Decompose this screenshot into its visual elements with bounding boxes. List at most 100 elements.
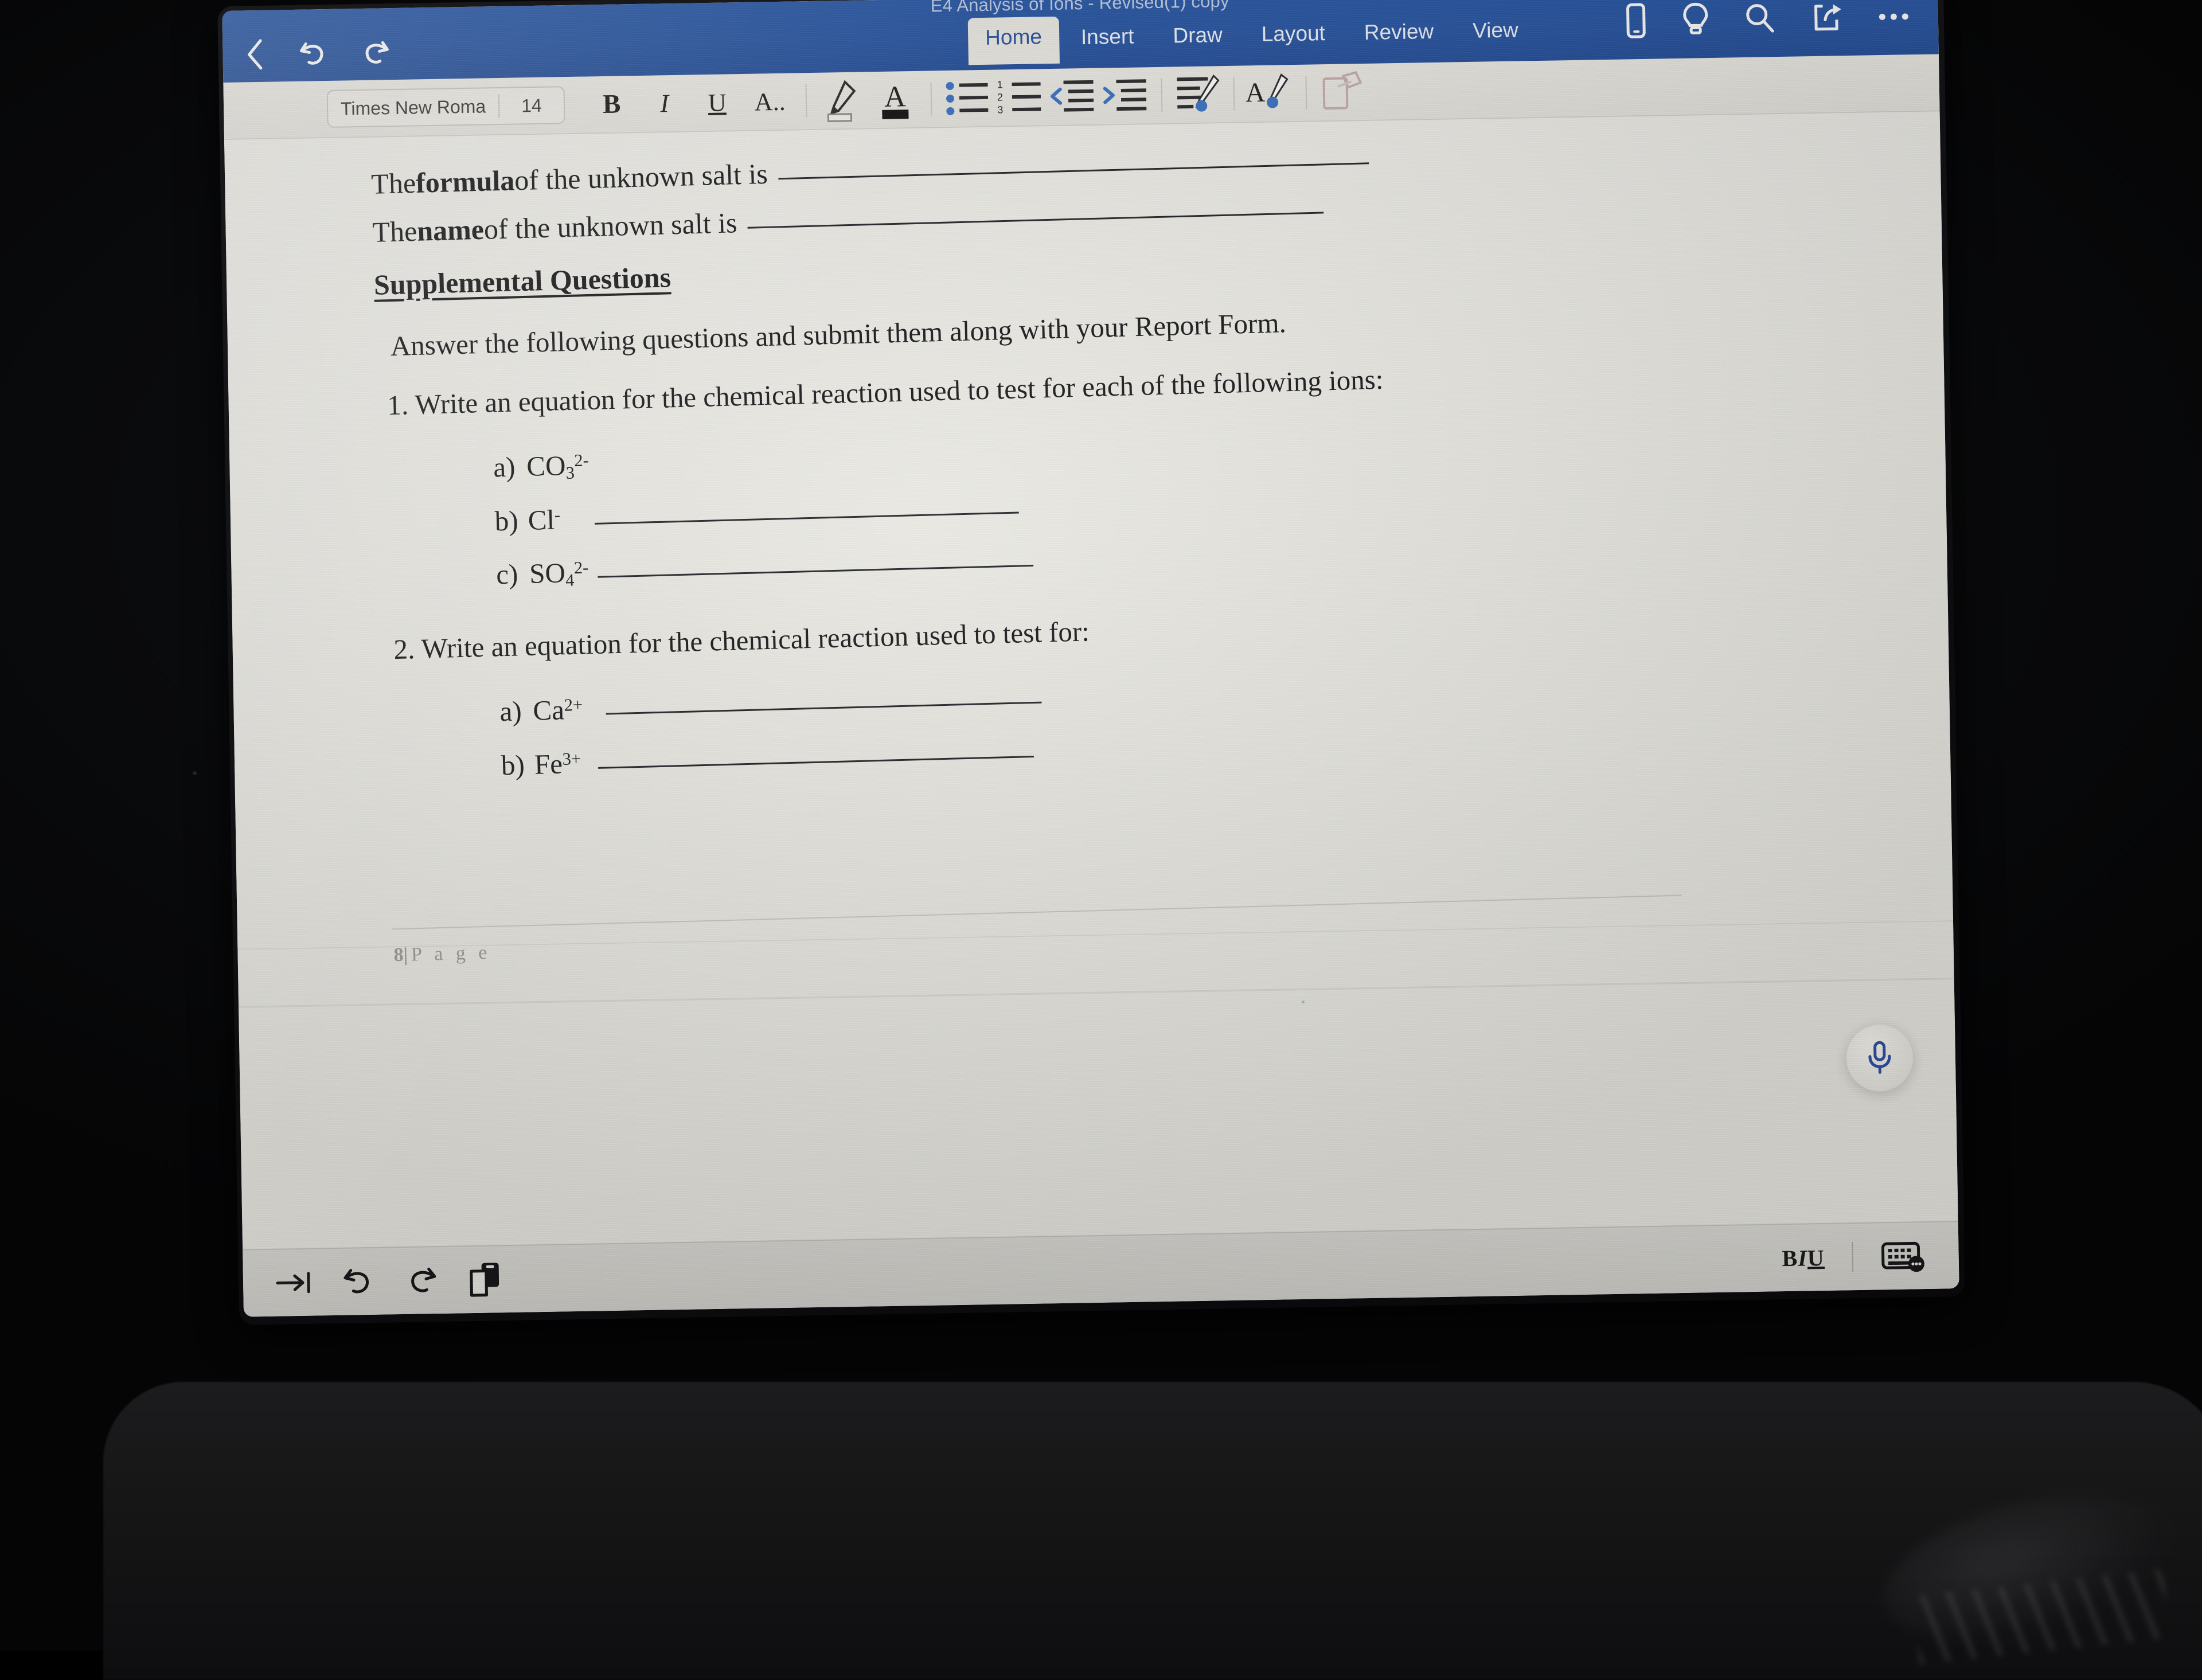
divider <box>930 82 932 116</box>
ion-formula-sulfate: SO42- <box>529 556 589 592</box>
tablet-device: E4 Analysis of Ions - Revised(1) copy Ho… <box>217 0 1965 1325</box>
accessory-right-group: BIU <box>1782 1238 1927 1275</box>
tab-indent-icon[interactable] <box>275 1268 314 1298</box>
tab-view[interactable]: View <box>1455 10 1536 53</box>
tab-insert[interactable]: Insert <box>1063 16 1151 60</box>
document-content: The formula of the unknown salt is The n… <box>371 130 1821 805</box>
footer-page-number: 8 <box>393 944 404 966</box>
tab-layout[interactable]: Layout <box>1244 13 1342 57</box>
answer-blank-sulfate[interactable] <box>598 565 1034 579</box>
answer-blank-iron[interactable] <box>598 755 1034 769</box>
search-icon[interactable] <box>1743 1 1776 36</box>
svg-text:A: A <box>1246 77 1266 108</box>
undo-icon[interactable] <box>341 1265 377 1298</box>
ion-formula-iron: Fe3+ <box>534 747 581 782</box>
divider <box>1233 77 1235 111</box>
ion-base: Fe <box>534 748 563 780</box>
ion-formula-calcium: Ca2+ <box>533 693 583 729</box>
ion-charge: - <box>554 505 561 525</box>
undo-icon[interactable] <box>296 37 330 71</box>
svg-text:2: 2 <box>997 91 1002 103</box>
italic-button[interactable]: I <box>1798 1245 1807 1271</box>
answer-blank-formula[interactable] <box>778 162 1369 180</box>
highlight-pen-icon[interactable] <box>815 77 869 124</box>
ion-charge: 2- <box>573 450 589 471</box>
screen-dust-speck <box>193 771 197 775</box>
format-painter-icon[interactable] <box>1315 69 1369 116</box>
divider <box>805 84 807 118</box>
accessory-left-group <box>275 1260 503 1302</box>
item-label: c) <box>495 558 519 591</box>
ion-charge: 2+ <box>564 694 583 715</box>
tab-home[interactable]: Home <box>967 16 1060 65</box>
redo-icon[interactable] <box>359 36 393 69</box>
footer-separator-glyph: | <box>403 944 408 966</box>
item-label: b) <box>501 748 525 781</box>
tab-draw[interactable]: Draw <box>1155 15 1240 58</box>
font-size-field[interactable]: 14 <box>499 95 564 117</box>
redo-icon[interactable] <box>404 1264 440 1297</box>
ion-charge: 2- <box>573 557 589 578</box>
ion-subscript: 3 <box>565 463 575 483</box>
underline-button[interactable]: U <box>1807 1244 1825 1270</box>
tab-review[interactable]: Review <box>1346 11 1451 55</box>
ion-base: Cl <box>528 503 555 536</box>
bold-button[interactable]: B <box>585 81 638 128</box>
lightbulb-tell-me-icon[interactable] <box>1681 1 1709 38</box>
more-font-options-button[interactable]: A.. <box>743 78 797 125</box>
desk-surface <box>103 1382 2202 1680</box>
keyboard-dismiss-icon[interactable] <box>1880 1238 1927 1273</box>
clipboard-paste-icon[interactable] <box>466 1260 502 1299</box>
item-label: a) <box>493 451 516 483</box>
question-2-items: a) Ca2+ b) Fe3+ <box>499 661 1820 783</box>
ion-formula-chloride: Cl- <box>528 503 561 538</box>
decrease-indent-icon[interactable] <box>1046 73 1099 120</box>
answer-blank-name[interactable] <box>747 212 1324 229</box>
document-page[interactable]: The formula of the unknown salt is The n… <box>224 110 1958 1249</box>
ion-subscript: 4 <box>565 570 575 591</box>
ion-base: Ca <box>532 694 565 726</box>
ribbon-tabs: Home Insert Draw Layout Review View <box>967 9 1536 65</box>
divider <box>1305 76 1307 110</box>
question-1-text: 1. Write an equation for the chemical re… <box>386 363 1384 421</box>
font-picker[interactable]: Times New Roma 14 <box>326 86 565 128</box>
increase-indent-icon[interactable] <box>1099 72 1152 119</box>
name-line-bold: name <box>416 213 485 247</box>
svg-text:1: 1 <box>997 79 1002 90</box>
mobile-view-icon[interactable] <box>1624 2 1647 40</box>
italic-button[interactable]: I <box>638 80 691 127</box>
bold-button[interactable]: B <box>1782 1245 1798 1271</box>
font-color-icon[interactable]: A <box>868 76 922 123</box>
inline-format-biu[interactable]: BIU <box>1782 1244 1825 1271</box>
ion-base: SO <box>529 557 566 590</box>
svg-text:3: 3 <box>997 104 1003 115</box>
item-label: b) <box>494 505 519 537</box>
formula-line-suffix: of the unknown salt is <box>514 157 768 197</box>
answer-blank-chloride[interactable] <box>595 511 1020 525</box>
bulleted-list-icon[interactable] <box>940 75 994 122</box>
microphone-icon <box>1864 1038 1895 1077</box>
ribbon-right-actions <box>1624 0 1908 39</box>
question-1-item-c: c) SO42- <box>496 524 1816 593</box>
svg-text:A: A <box>884 80 906 114</box>
underline-button[interactable]: U <box>690 79 744 126</box>
ion-formula-carbonate: CO32- <box>526 448 589 484</box>
divider <box>1161 78 1163 112</box>
share-icon[interactable] <box>1810 0 1845 35</box>
formula-line-prefix: The <box>370 166 416 200</box>
font-name-field[interactable]: Times New Roma <box>328 96 499 120</box>
back-chevron-icon[interactable] <box>243 38 267 72</box>
text-style-icon[interactable]: A <box>1243 70 1297 117</box>
more-options-icon[interactable] <box>1879 13 1908 20</box>
numbered-list-icon[interactable]: 1 2 3 <box>993 74 1047 121</box>
name-line-prefix: The <box>372 214 418 248</box>
ion-base: CO <box>526 450 567 482</box>
divider <box>1852 1242 1854 1272</box>
footer-separator <box>392 894 1682 930</box>
name-line-suffix: of the unknown salt is <box>483 206 738 245</box>
answer-blank-calcium[interactable] <box>606 701 1042 715</box>
paragraph-align-icon[interactable] <box>1171 71 1224 118</box>
ribbon-left-actions <box>243 36 393 71</box>
question-2-text: 2. Write an equation for the chemical re… <box>393 615 1090 666</box>
formula-line-bold: formula <box>415 164 515 199</box>
